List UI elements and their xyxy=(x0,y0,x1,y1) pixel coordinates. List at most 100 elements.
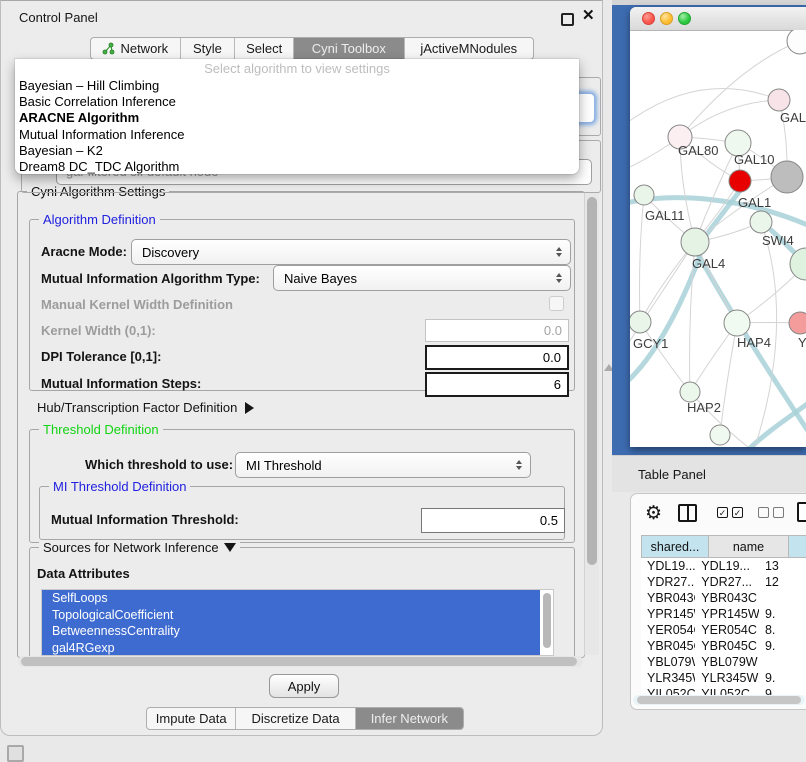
dpi-tolerance-label: DPI Tolerance [0,1]: xyxy=(41,349,161,364)
data-attributes-list: SelfLoops TopologicalCoefficient Between… xyxy=(41,589,554,656)
tab-jactivemnodules[interactable]: jActiveMNodules xyxy=(405,38,533,59)
sources-expanded-arrow-icon[interactable] xyxy=(224,543,236,552)
list-item[interactable]: gal4RGexp xyxy=(42,640,540,657)
list-item[interactable]: TopologicalCoefficient xyxy=(42,607,540,624)
network-node[interactable] xyxy=(750,211,772,233)
network-node[interactable] xyxy=(789,312,806,334)
network-view[interactable]: GAL GAL80 GAL10 GAL1 GAL11 SWI4 GAL4 GCY… xyxy=(630,30,806,447)
window-close-icon[interactable] xyxy=(642,12,655,25)
mi-algorithm-type-combobox[interactable]: Naive Bayes xyxy=(273,265,571,291)
network-node[interactable] xyxy=(710,425,730,445)
column-header-name[interactable]: name xyxy=(709,535,789,558)
split-columns-icon[interactable] xyxy=(678,504,697,522)
manual-kernel-width-checkbox[interactable] xyxy=(549,296,564,311)
network-node-label: GAL80 xyxy=(678,143,718,158)
tab-style[interactable]: Style xyxy=(181,38,236,59)
hub-collapsed-arrow-icon[interactable] xyxy=(245,402,254,414)
algorithm-dropdown-popup: Select algorithm to view settings Bayesi… xyxy=(15,59,579,174)
tab-cyni-toolbox[interactable]: Cyni Toolbox xyxy=(294,38,405,59)
network-node[interactable] xyxy=(768,89,790,111)
kernel-width-field[interactable]: 0.0 xyxy=(425,319,569,342)
network-node-label: Y xyxy=(798,335,806,350)
hub-definition-toggle[interactable]: Hub/Transcription Factor Definition xyxy=(37,400,254,415)
mi-steps-field[interactable]: 6 xyxy=(425,372,569,397)
list-scrollbar[interactable] xyxy=(540,590,553,655)
close-icon[interactable]: ✕ xyxy=(582,6,595,24)
list-item[interactable]: BetweennessCentrality xyxy=(42,623,540,640)
table-row[interactable]: YIL052C YIL052C 9. xyxy=(641,686,806,695)
tab-discretize-data[interactable]: Discretize Data xyxy=(236,708,355,729)
algorithm-option[interactable]: Dream8 DC_TDC Algorithm xyxy=(15,159,579,175)
settings-horizontal-scrollbar[interactable] xyxy=(18,656,583,667)
table-row[interactable]: YDR27... YDR27... 12 xyxy=(641,574,806,590)
settings-hscroll-thumb[interactable] xyxy=(21,657,577,666)
mi-threshold-field[interactable]: 0.5 xyxy=(421,508,565,533)
network-node[interactable] xyxy=(771,161,803,193)
window-zoom-icon[interactable] xyxy=(678,12,691,25)
which-threshold-combobox[interactable]: MI Threshold xyxy=(235,452,531,478)
control-panel-window: Control Panel ✕ Network Style Select xyxy=(0,0,603,736)
table-panel-title: Table Panel xyxy=(638,467,706,482)
aracne-mode-label: Aracne Mode: xyxy=(41,244,127,259)
network-node-gal4[interactable] xyxy=(681,228,709,256)
table-row[interactable]: YPR145W YPR145W 9. xyxy=(641,606,806,622)
list-item[interactable]: SelfLoops xyxy=(42,590,540,607)
gear-icon[interactable]: ⚙ xyxy=(645,502,662,524)
tab-impute-data[interactable]: Impute Data xyxy=(147,708,236,729)
combo-spinner-icon xyxy=(556,273,562,283)
network-node-label: GAL11 xyxy=(645,208,685,223)
screen: Control Panel ✕ Network Style Select xyxy=(0,0,806,762)
network-window-titlebar[interactable] xyxy=(630,7,806,31)
table-panel-header: Table Panel xyxy=(612,455,806,492)
mi-algorithm-type-label: Mutual Information Algorithm Type: xyxy=(41,271,260,286)
network-node[interactable] xyxy=(634,185,654,205)
select-all-checkboxes-icon[interactable]: ✓ ✓ xyxy=(717,507,743,518)
network-node-label: GAL xyxy=(780,110,806,125)
table-row[interactable]: YDL19... YDL19... 13 xyxy=(641,558,806,574)
network-node-gal1[interactable] xyxy=(729,170,751,192)
window-minimize-icon[interactable] xyxy=(660,12,673,25)
table-horizontal-scrollbar[interactable] xyxy=(633,695,805,705)
apply-button[interactable]: Apply xyxy=(269,674,339,698)
control-panel-title: Control Panel xyxy=(19,10,98,25)
tab-select[interactable]: Select xyxy=(235,38,294,59)
combo-spinner-icon xyxy=(556,247,562,257)
table-row[interactable]: YLR345W YLR345W 9. xyxy=(641,670,806,686)
document-icon[interactable] xyxy=(797,502,806,522)
settings-vertical-scrollbar[interactable] xyxy=(584,193,599,655)
table-row[interactable]: YBR043C YBR043C xyxy=(641,590,806,606)
network-node-label: GAL4 xyxy=(692,256,725,271)
deselect-all-checkboxes-icon[interactable] xyxy=(758,507,784,518)
aracne-mode-combobox[interactable]: Discovery xyxy=(131,239,571,265)
dpi-tolerance-field[interactable]: 0.0 xyxy=(425,345,569,370)
algorithm-definition-title: Algorithm Definition xyxy=(43,212,156,227)
table-row[interactable]: YBL079W YBL079W xyxy=(641,654,806,670)
algorithm-option[interactable]: Mutual Information Inference xyxy=(15,127,579,143)
algorithm-option[interactable]: Bayesian – K2 xyxy=(15,143,579,159)
algorithm-option[interactable]: Bayesian – Hill Climbing xyxy=(15,78,579,94)
list-scrollbar-thumb[interactable] xyxy=(543,593,551,648)
float-panel-icon[interactable] xyxy=(561,13,574,26)
which-threshold-label: Which threshold to use: xyxy=(85,457,233,472)
mi-steps-label: Mutual Information Steps: xyxy=(41,376,201,391)
network-node[interactable] xyxy=(630,311,651,333)
combo-spinner-icon xyxy=(516,460,522,470)
tab-network[interactable]: Network xyxy=(91,38,181,59)
network-node[interactable] xyxy=(787,30,806,54)
table-panel-window: ⚙ ✓ ✓ shared... name YDL19... YDL19... 1… xyxy=(630,493,806,710)
network-node[interactable] xyxy=(724,310,750,336)
network-node-label: HAP4 xyxy=(737,335,771,350)
network-node[interactable] xyxy=(680,382,700,402)
collapsed-panel-button[interactable] xyxy=(7,745,24,762)
threshold-definition-title: Threshold Definition xyxy=(43,422,159,437)
algorithm-option[interactable]: Basic Correlation Inference xyxy=(15,94,579,110)
table-row[interactable]: YER054C YER054C 8. xyxy=(641,622,806,638)
table-row[interactable]: YBR045C YBR045C 9. xyxy=(641,638,806,654)
algorithm-option-selected[interactable]: ARACNE Algorithm xyxy=(15,110,579,126)
column-header-shared-name[interactable]: shared... xyxy=(641,535,709,558)
tab-infer-network[interactable]: Infer Network xyxy=(356,708,463,729)
table-hscroll-thumb[interactable] xyxy=(637,696,801,704)
settings-vscroll-thumb[interactable] xyxy=(587,197,597,565)
tab-network-label: Network xyxy=(120,41,168,56)
column-header-cut[interactable] xyxy=(789,535,806,558)
